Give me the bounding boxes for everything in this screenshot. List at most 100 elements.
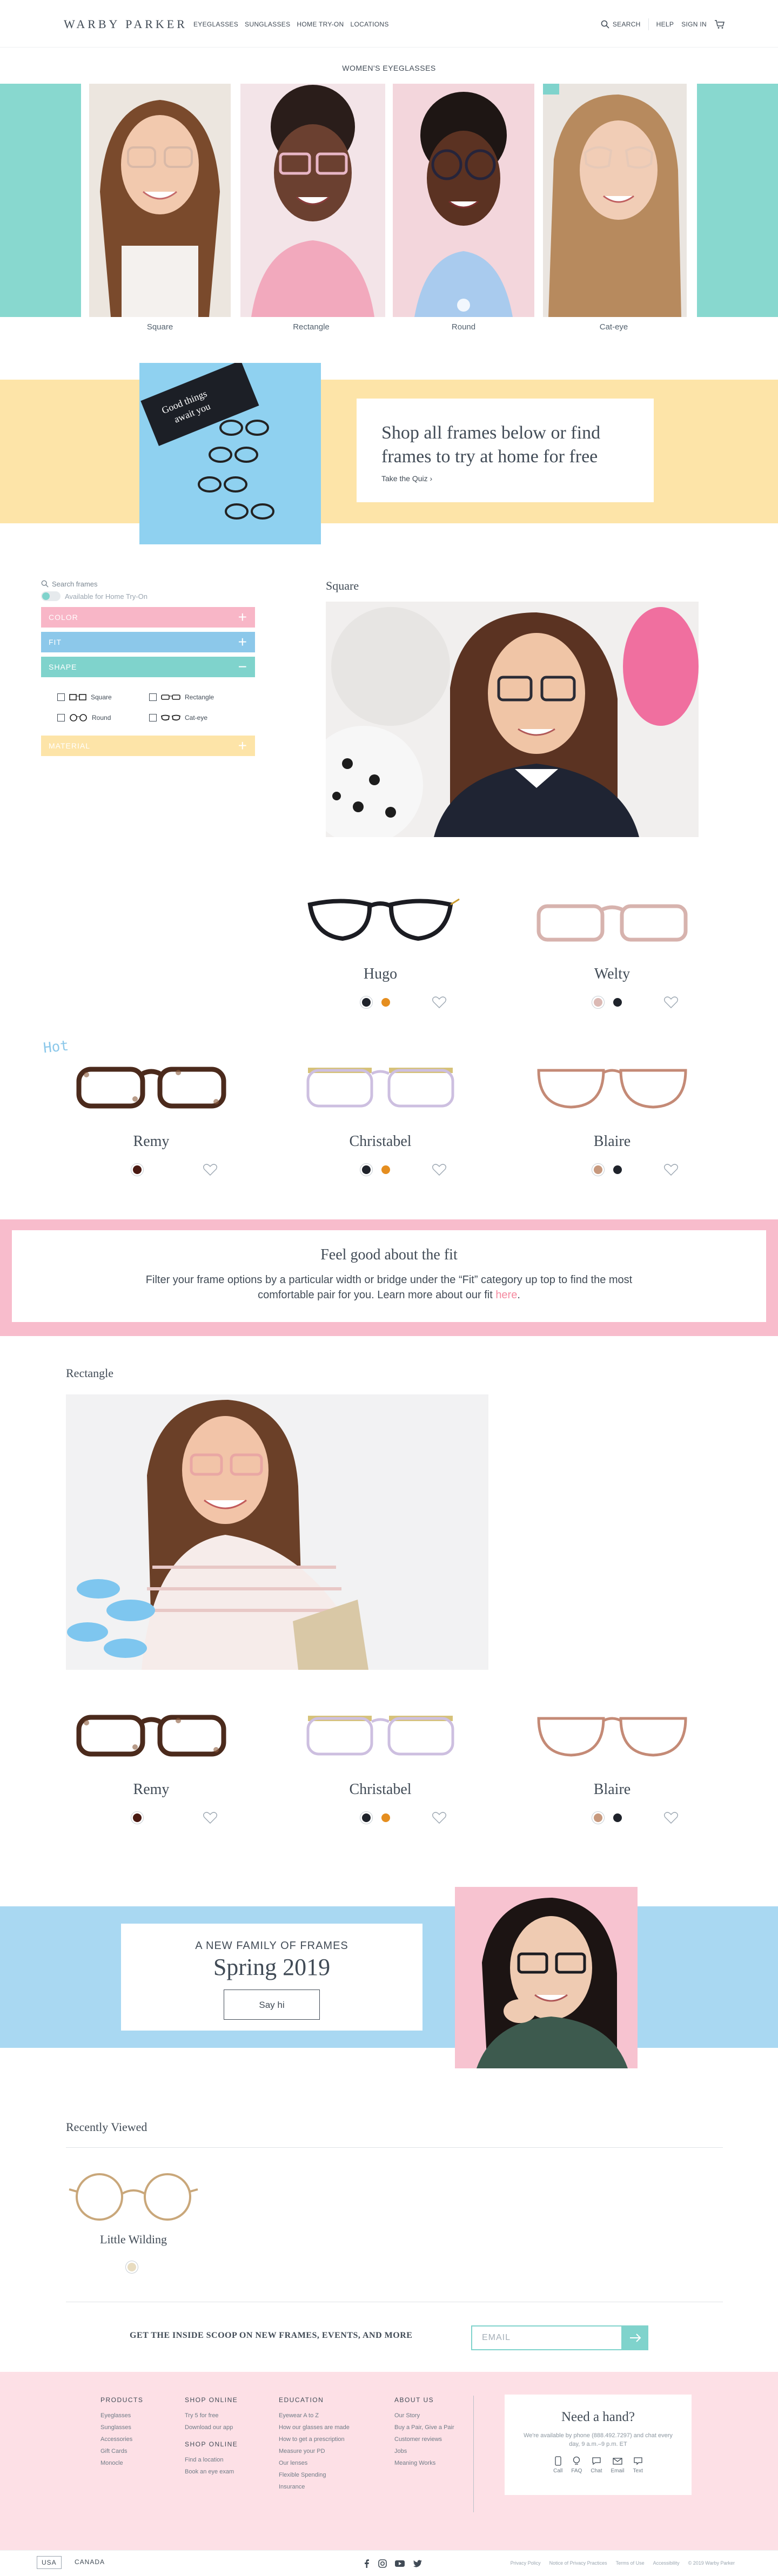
shape-tile-round[interactable]	[393, 84, 534, 317]
shape-label-cat-eye[interactable]: Cat-eye	[543, 322, 685, 332]
footer-link[interactable]: Flexible Spending	[279, 2469, 350, 2481]
checkbox[interactable]	[57, 693, 65, 701]
footer-link[interactable]: Insurance	[279, 2481, 350, 2493]
filter-shape[interactable]: SHAPE −	[41, 657, 255, 677]
shape-tile-cat-eye[interactable]	[543, 84, 687, 317]
take-quiz-link[interactable]: Take the Quiz ›	[381, 474, 654, 483]
color-swatch[interactable]	[379, 1163, 392, 1176]
footer-link[interactable]: Customer reviews	[394, 2433, 454, 2445]
heart-icon[interactable]	[432, 1811, 447, 1824]
footer-link[interactable]: How our glasses are made	[279, 2422, 350, 2433]
filter-fit[interactable]: FIT +	[41, 632, 255, 652]
product-card-hugo[interactable]: Hugo	[299, 875, 461, 1015]
cart-icon[interactable]	[714, 19, 725, 29]
heart-icon[interactable]	[203, 1163, 218, 1176]
color-swatch[interactable]	[360, 1811, 373, 1824]
product-card-blaire[interactable]: Blaire	[531, 1690, 693, 1831]
checkbox[interactable]	[149, 693, 157, 701]
heart-icon[interactable]	[432, 996, 447, 1009]
heart-icon[interactable]	[663, 996, 679, 1009]
footer-link[interactable]: Sunglasses	[100, 2422, 143, 2433]
legal-link[interactable]: Privacy Policy	[511, 2560, 541, 2566]
country-canada[interactable]: CANADA	[75, 2558, 105, 2566]
color-swatch[interactable]	[611, 996, 624, 1009]
help-faq[interactable]: FAQ	[571, 2456, 582, 2474]
nav-locations[interactable]: LOCATIONS	[351, 21, 389, 28]
say-hi-button[interactable]: Say hi	[224, 1990, 320, 2020]
frame-search[interactable]: Search frames	[41, 578, 257, 590]
color-swatch[interactable]	[611, 1811, 624, 1824]
shape-label-rectangle[interactable]: Rectangle	[240, 322, 382, 332]
shape-option-cat-eye[interactable]: Cat-eye	[149, 714, 241, 721]
twitter-icon[interactable]	[413, 2559, 422, 2568]
help-text-message[interactable]: Text	[633, 2456, 643, 2474]
product-card-remy[interactable]: Remy	[70, 1690, 232, 1831]
color-swatch[interactable]	[125, 2261, 138, 2274]
shape-option-rectangle[interactable]: Rectangle	[149, 693, 241, 701]
instagram-icon[interactable]	[378, 2559, 387, 2568]
home-try-on-toggle[interactable]	[41, 591, 61, 601]
footer-link[interactable]: Book an eye exam	[185, 2466, 238, 2478]
legal-link[interactable]: Terms of Use	[616, 2560, 645, 2566]
product-card-christabel[interactable]: Christabel	[299, 1690, 461, 1831]
footer-link[interactable]: Our Story	[394, 2410, 454, 2422]
heart-icon[interactable]	[663, 1163, 679, 1176]
footer-link[interactable]: Buy a Pair, Give a Pair	[394, 2422, 454, 2433]
filter-color[interactable]: COLOR +	[41, 607, 255, 628]
facebook-icon[interactable]	[363, 2559, 371, 2568]
product-card-remy[interactable]: Remy	[70, 1042, 232, 1183]
footer-link[interactable]: Gift Cards	[100, 2445, 143, 2457]
recent-card-little-wilding[interactable]: Little Wilding	[66, 2166, 201, 2306]
shape-label-round[interactable]: Round	[393, 322, 534, 332]
footer-link[interactable]: Find a location	[185, 2454, 238, 2466]
search-button[interactable]: SEARCH	[601, 20, 641, 29]
help-call[interactable]: Call	[553, 2456, 562, 2474]
footer-link[interactable]: Accessories	[100, 2433, 143, 2445]
color-swatch[interactable]	[379, 996, 392, 1009]
heart-icon[interactable]	[663, 1811, 679, 1824]
footer-link[interactable]: Our lenses	[279, 2457, 350, 2469]
product-card-blaire[interactable]: Blaire	[531, 1042, 693, 1183]
footer-link[interactable]: Measure your PD	[279, 2445, 350, 2457]
filter-material[interactable]: MATERIAL +	[41, 736, 255, 756]
color-swatch[interactable]	[611, 1163, 624, 1176]
color-swatch[interactable]	[592, 1163, 605, 1176]
nav-home-try-on[interactable]: HOME TRY-ON	[297, 21, 344, 28]
search-frames-input[interactable]: Search frames	[52, 580, 98, 588]
help-chat[interactable]: Chat	[591, 2456, 602, 2474]
logo[interactable]: WARBY PARKER	[64, 17, 187, 31]
heart-icon[interactable]	[432, 1163, 447, 1176]
email-input[interactable]: EMAIL	[471, 2325, 622, 2350]
checkbox[interactable]	[149, 714, 157, 721]
color-swatch[interactable]	[360, 996, 373, 1009]
footer-link[interactable]: How to get a prescription	[279, 2433, 350, 2445]
footer-link[interactable]: Meaning Works	[394, 2457, 454, 2469]
newsletter-submit-button[interactable]	[622, 2325, 648, 2350]
product-card-welty[interactable]: Welty	[531, 875, 693, 1015]
color-swatch[interactable]	[592, 996, 605, 1009]
color-swatch[interactable]	[379, 1811, 392, 1824]
help-link[interactable]: HELP	[656, 21, 674, 28]
color-swatch[interactable]	[360, 1163, 373, 1176]
product-card-christabel[interactable]: Christabel	[299, 1042, 461, 1183]
youtube-icon[interactable]	[394, 2559, 405, 2568]
help-email[interactable]: Email	[611, 2456, 625, 2474]
color-swatch[interactable]	[131, 1163, 144, 1176]
nav-eyeglasses[interactable]: EYEGLASSES	[193, 21, 238, 28]
shape-tile-square[interactable]	[89, 84, 231, 317]
legal-link[interactable]: Accessibility	[653, 2560, 680, 2566]
footer-link[interactable]: Eyewear A to Z	[279, 2410, 350, 2422]
footer-link[interactable]: Eyeglasses	[100, 2410, 143, 2422]
heart-icon[interactable]	[203, 1811, 218, 1824]
shape-option-round[interactable]: Round	[57, 714, 149, 721]
color-swatch[interactable]	[131, 1811, 144, 1824]
footer-link[interactable]: Jobs	[394, 2445, 454, 2457]
color-swatch[interactable]	[592, 1811, 605, 1824]
signin-link[interactable]: SIGN IN	[681, 21, 707, 28]
fit-learn-more-link[interactable]: here	[495, 1289, 517, 1301]
country-usa[interactable]: USA	[37, 2556, 62, 2569]
checkbox[interactable]	[57, 714, 65, 721]
shape-label-square[interactable]: Square	[89, 322, 231, 332]
footer-link[interactable]: Try 5 for free	[185, 2410, 238, 2422]
legal-link[interactable]: Notice of Privacy Practices	[549, 2560, 607, 2566]
